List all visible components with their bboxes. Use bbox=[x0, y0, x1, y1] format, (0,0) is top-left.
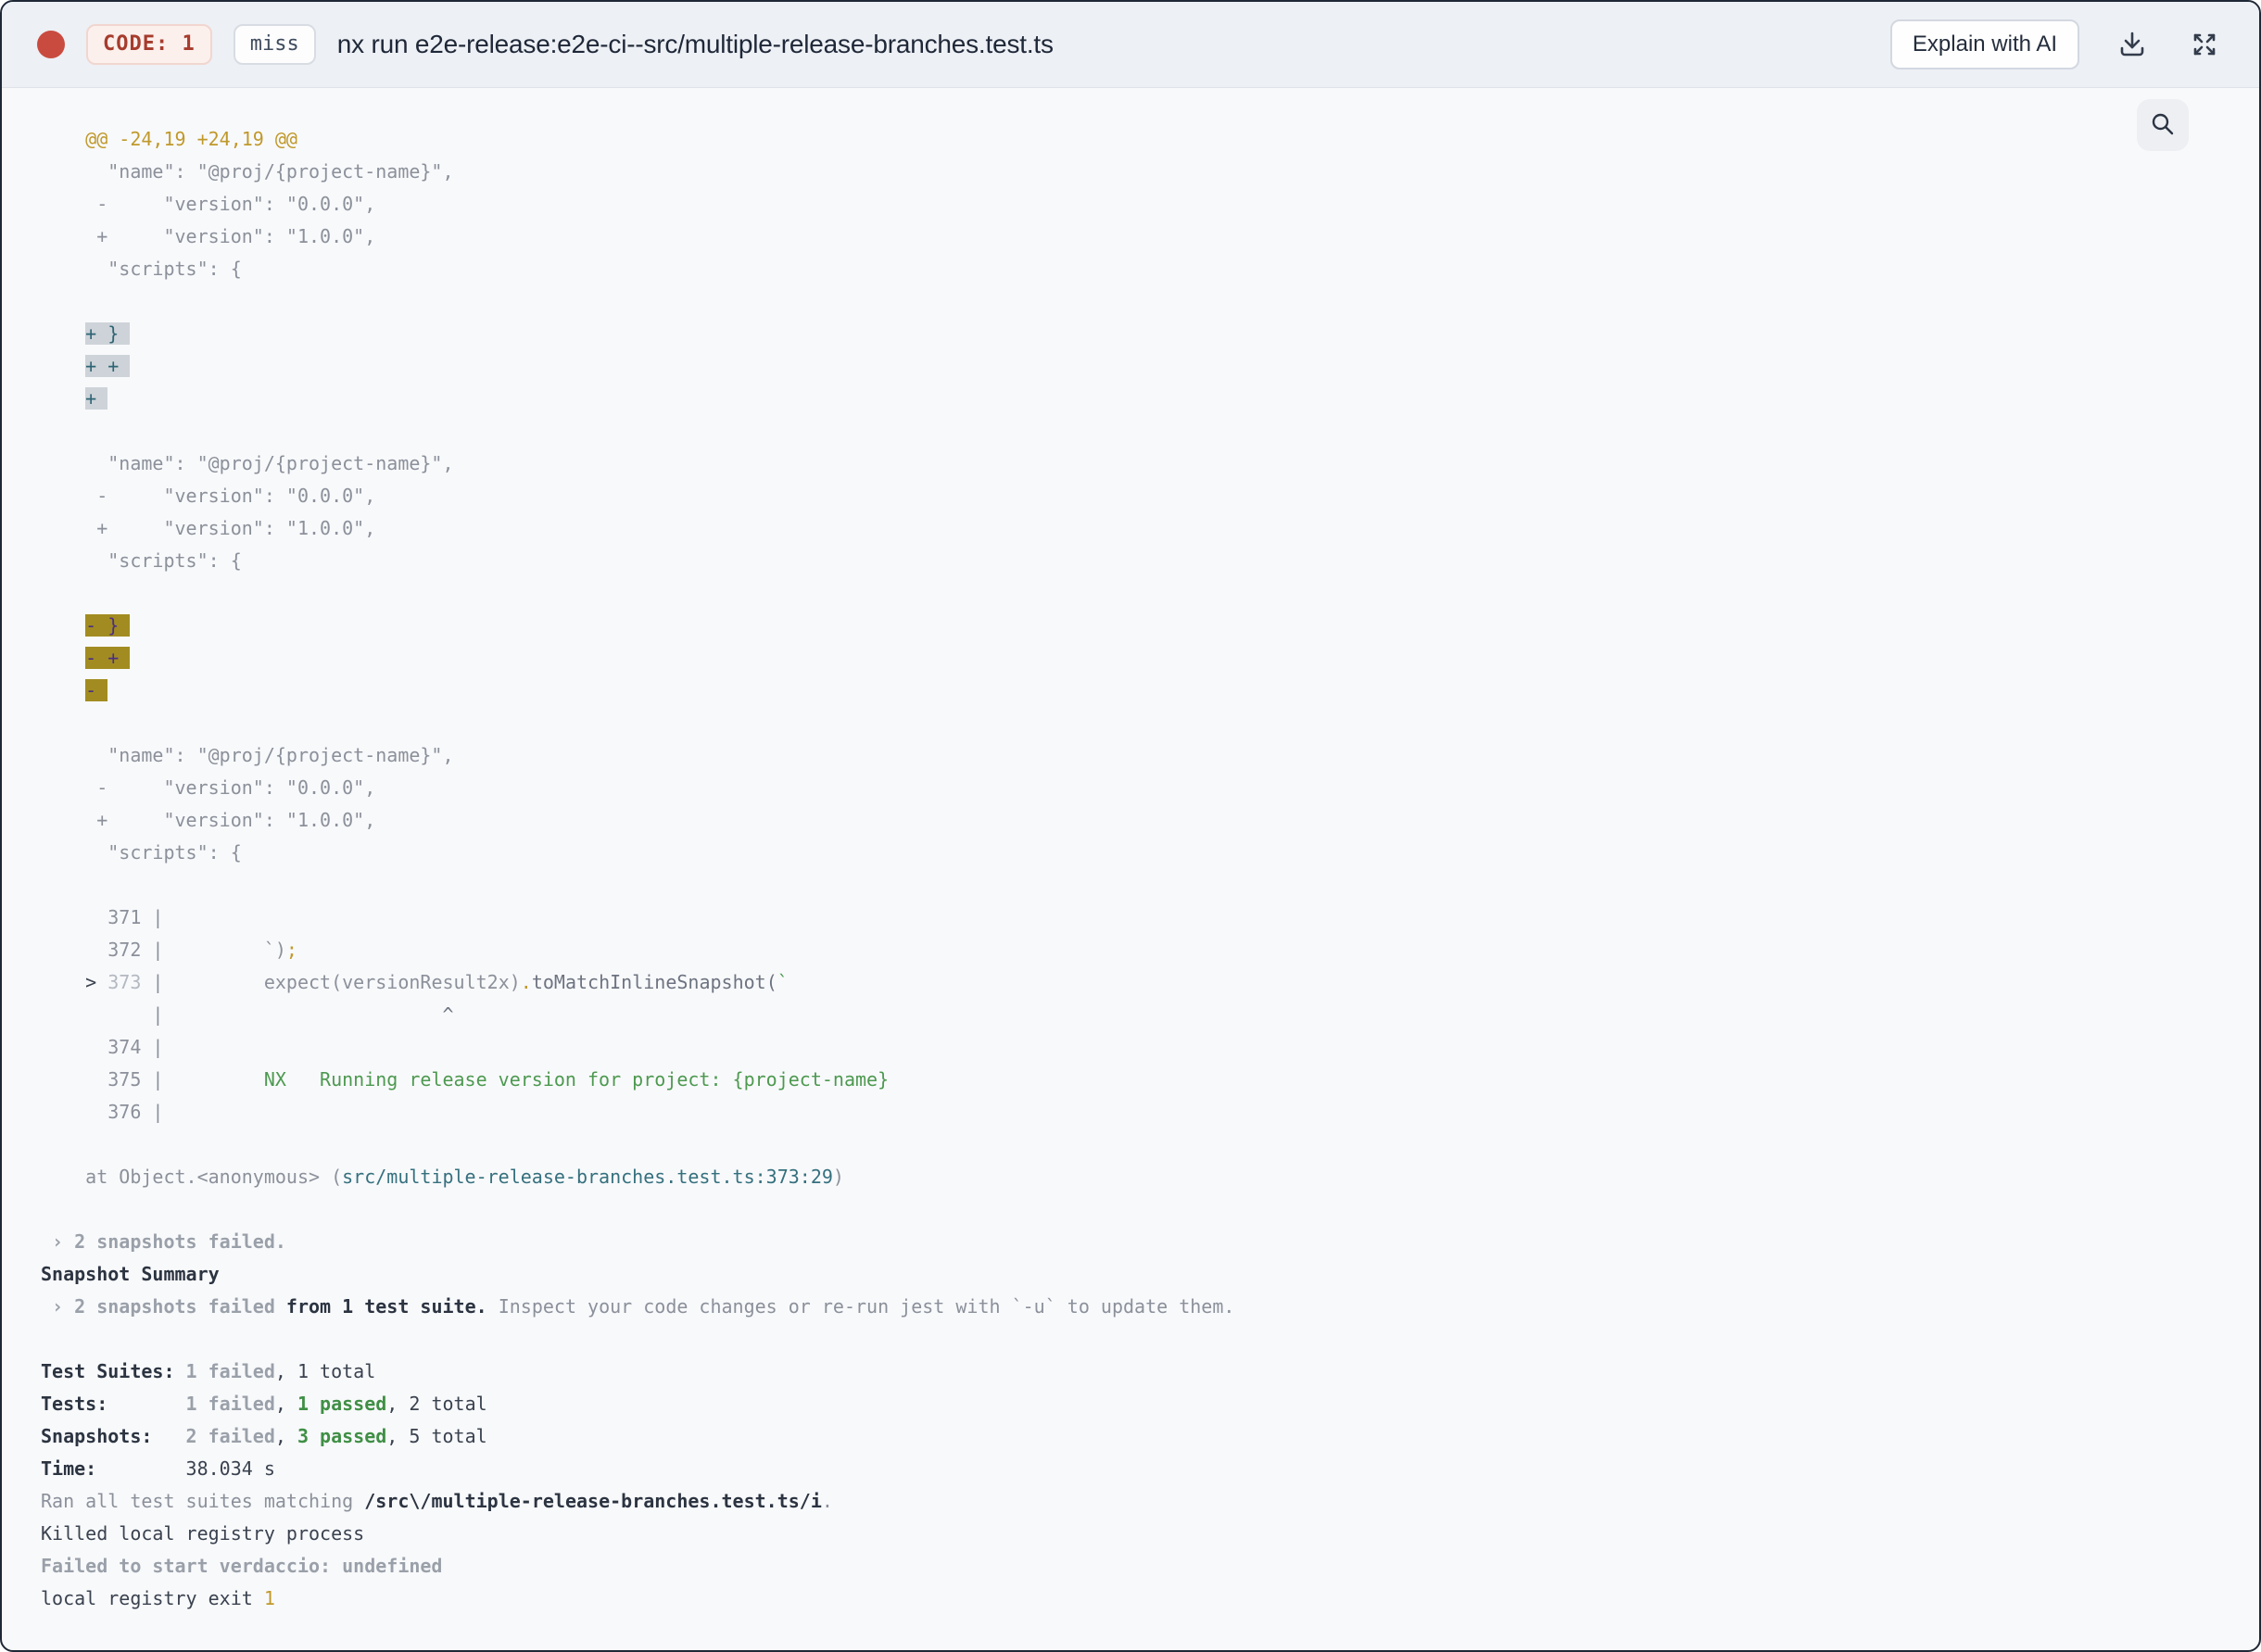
terminal-line: Tests: 1 failed, 1 passed, 2 total bbox=[41, 1393, 487, 1415]
terminal-line: Snapshots: 2 failed, 3 passed, 5 total bbox=[41, 1425, 487, 1447]
download-button[interactable] bbox=[2113, 25, 2152, 64]
search-button[interactable] bbox=[2137, 99, 2189, 151]
terminal-line: @@ -24,19 +24,19 @@ bbox=[41, 128, 297, 150]
terminal-line: › 2 snapshots failed. bbox=[41, 1230, 286, 1253]
explain-with-ai-button[interactable]: Explain with AI bbox=[1889, 19, 2079, 69]
terminal-line: | ^ bbox=[41, 1003, 454, 1026]
terminal-line: local registry exit 1 bbox=[41, 1587, 275, 1609]
terminal-line: at Object.<anonymous> (src/multiple-rele… bbox=[41, 1166, 844, 1188]
terminal-panel: @@ -24,19 +24,19 @@ "name": "@proj/{proj… bbox=[2, 88, 2259, 1650]
terminal-line: "name": "@proj/{project-name}", bbox=[41, 160, 454, 183]
terminal-line: › 2 snapshots failed from 1 test suite. … bbox=[41, 1295, 1235, 1318]
terminal-line: + + bbox=[85, 355, 131, 377]
header-actions: Explain with AI bbox=[1889, 19, 2224, 69]
exit-code-badge: CODE: 1 bbox=[86, 24, 212, 65]
terminal-line: + "version": "1.0.0", bbox=[41, 517, 376, 539]
terminal-line: + "version": "1.0.0", bbox=[41, 809, 376, 831]
terminal-line: 374 | bbox=[41, 1036, 164, 1058]
terminal-line: "scripts": { bbox=[41, 841, 242, 864]
terminal-line: Failed to start verdaccio: undefined bbox=[41, 1555, 443, 1577]
terminal-line: "name": "@proj/{project-name}", bbox=[41, 744, 454, 766]
terminal-line: Ran all test suites matching /src\/multi… bbox=[41, 1490, 833, 1512]
terminal-line: Test Suites: 1 failed, 1 total bbox=[41, 1360, 376, 1382]
status-dot-icon bbox=[37, 31, 65, 58]
terminal-line: 372 | `); bbox=[41, 939, 297, 961]
terminal-line: - "version": "0.0.0", bbox=[41, 193, 376, 215]
terminal-line: 371 | bbox=[41, 906, 164, 928]
cache-miss-badge: miss bbox=[233, 24, 316, 65]
expand-icon bbox=[2189, 29, 2220, 60]
header-bar: CODE: 1 miss nx run e2e-release:e2e-ci--… bbox=[2, 2, 2259, 88]
terminal-line: "name": "@proj/{project-name}", bbox=[41, 452, 454, 474]
task-output-window: CODE: 1 miss nx run e2e-release:e2e-ci--… bbox=[0, 0, 2261, 1652]
terminal-line: 375 | NX Running release version for pro… bbox=[41, 1068, 890, 1091]
terminal-line: Killed local registry process bbox=[41, 1522, 365, 1545]
terminal-line: - bbox=[85, 679, 108, 701]
terminal-line: - + bbox=[85, 647, 131, 669]
terminal-line: Time: 38.034 s bbox=[41, 1457, 275, 1480]
terminal-line: + "version": "1.0.0", bbox=[41, 225, 376, 247]
terminal-line: "scripts": { bbox=[41, 549, 242, 572]
download-icon bbox=[2116, 29, 2148, 60]
terminal-line: + bbox=[85, 387, 108, 410]
page-title: nx run e2e-release:e2e-ci--src/multiple-… bbox=[336, 30, 1054, 58]
terminal-line: > 373 | expect(versionResult2x).toMatchI… bbox=[41, 971, 789, 993]
search-icon bbox=[2148, 109, 2178, 142]
terminal-line: + } bbox=[85, 322, 131, 345]
terminal-line: - "version": "0.0.0", bbox=[41, 485, 376, 507]
terminal-line: 376 | bbox=[41, 1101, 164, 1123]
terminal-output[interactable]: @@ -24,19 +24,19 @@ "name": "@proj/{proj… bbox=[41, 123, 2222, 1615]
terminal-line: "scripts": { bbox=[41, 258, 242, 280]
terminal-line: Snapshot Summary bbox=[41, 1263, 220, 1285]
terminal-line: - "version": "0.0.0", bbox=[41, 776, 376, 799]
fullscreen-button[interactable] bbox=[2185, 25, 2224, 64]
terminal-line: - } bbox=[85, 614, 131, 637]
